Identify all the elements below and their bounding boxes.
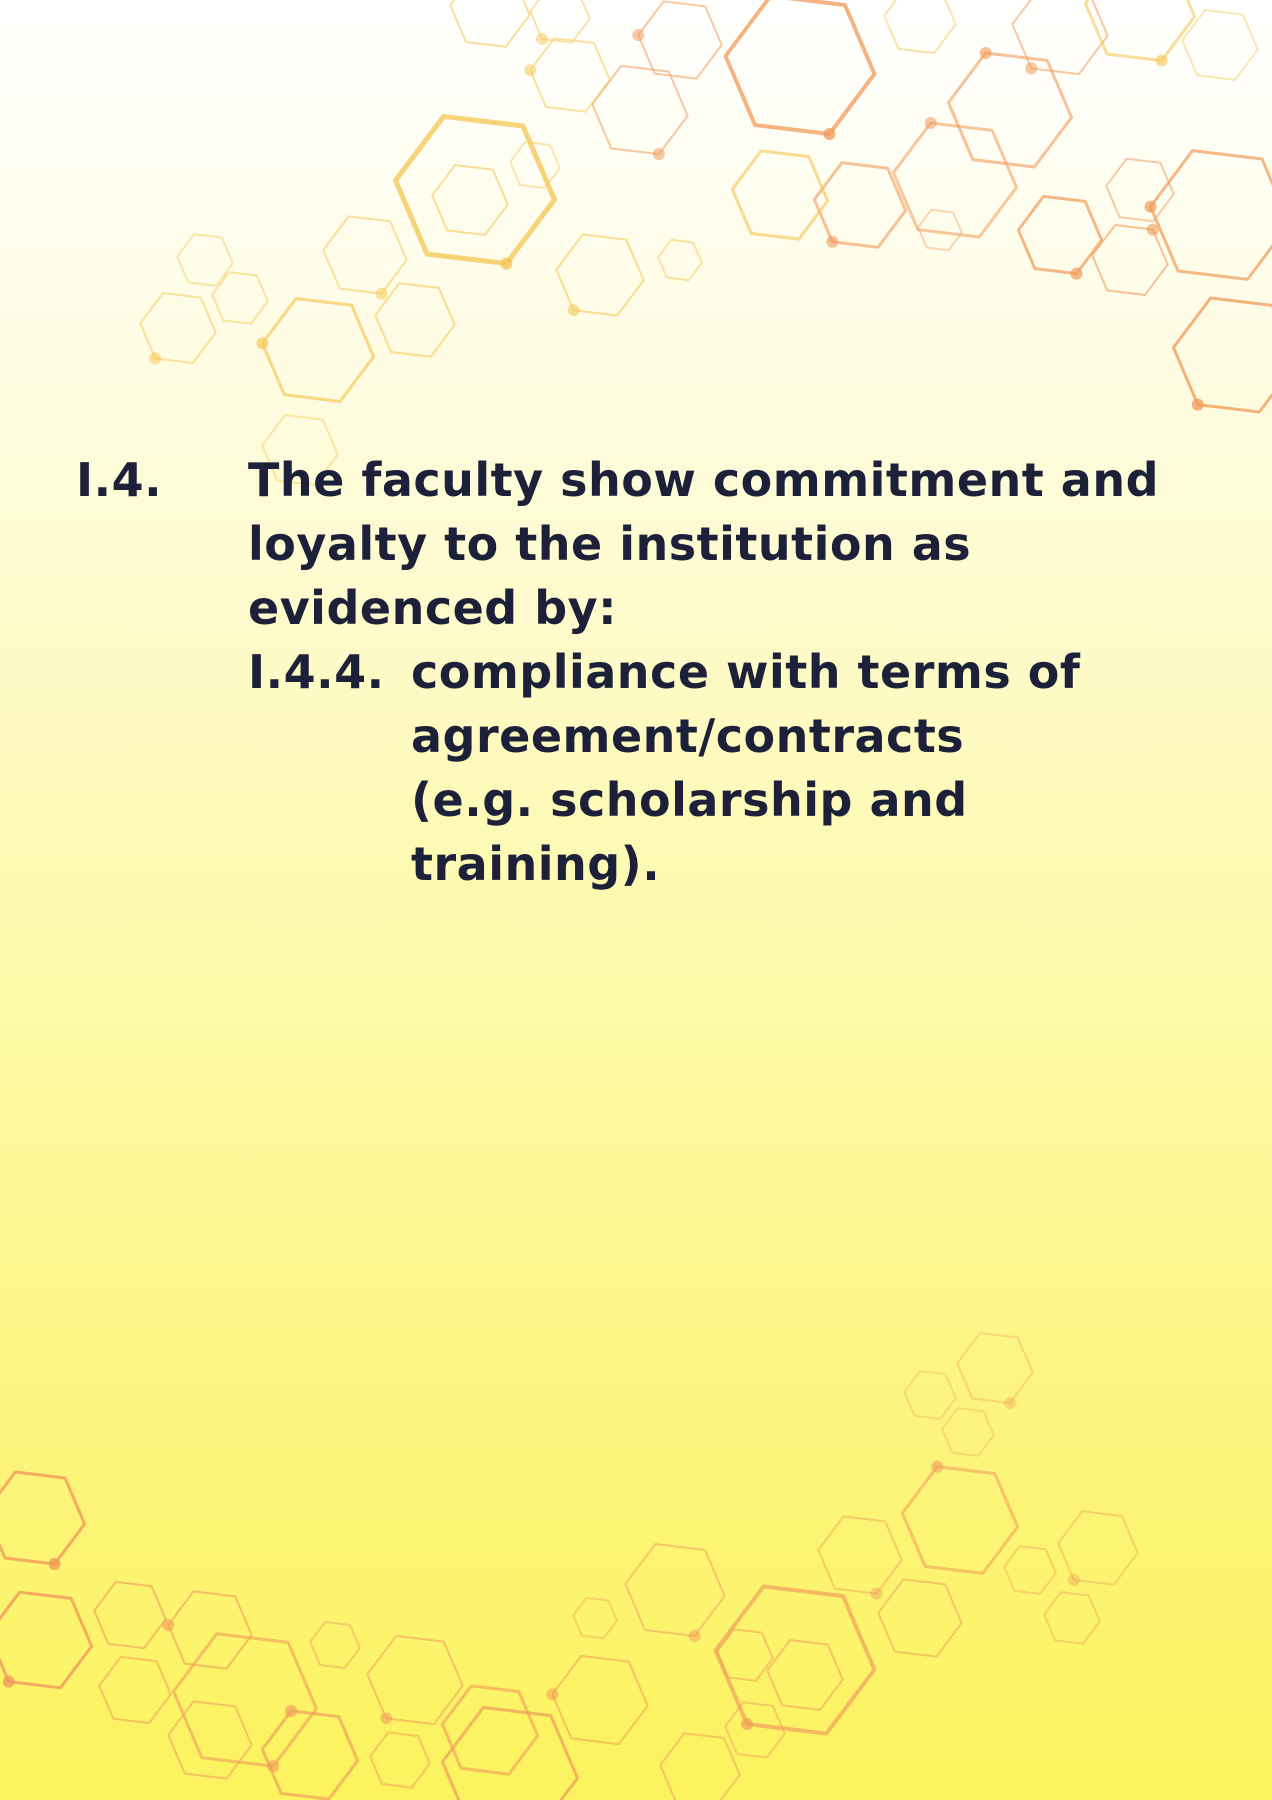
document-page: I.4. The faculty show commitment and loy… [0,0,1272,1800]
subitem-text: compliance with terms of agreement/contr… [411,645,1081,891]
section-number: I.4. [76,453,163,507]
subitem-number: I.4.4. [248,645,385,699]
section-statement: The faculty show commitment and loyalty … [248,453,1159,635]
